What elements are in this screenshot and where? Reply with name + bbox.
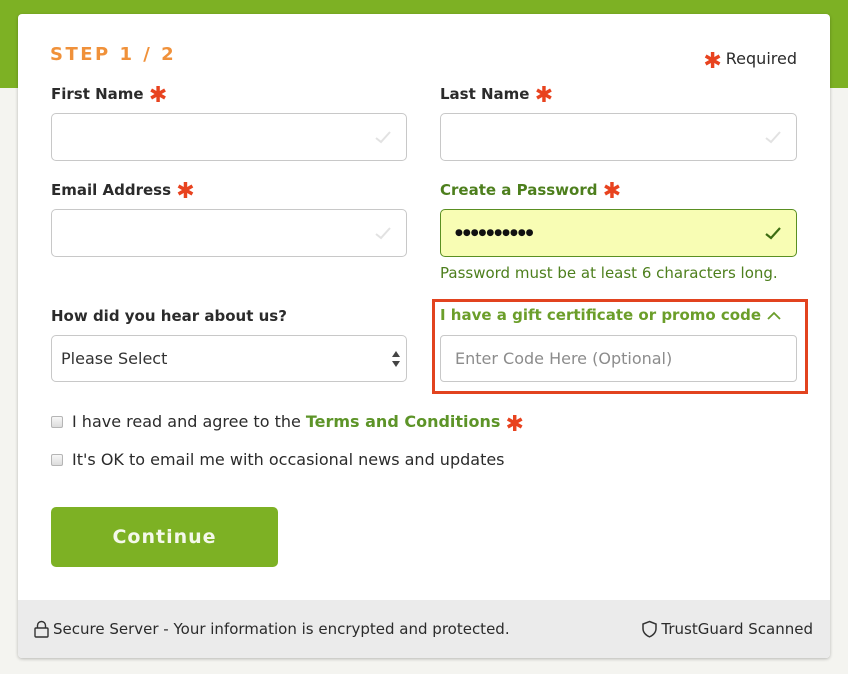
promo-code-input[interactable]	[441, 336, 796, 381]
email-input[interactable]	[52, 210, 406, 256]
secure-server-note: Secure Server - Your information is encr…	[33, 620, 510, 638]
password-label-text: Create a Password	[440, 181, 598, 199]
password-input[interactable]	[441, 210, 796, 256]
select-arrows-icon	[392, 351, 400, 367]
referral-label: How did you hear about us?	[51, 307, 287, 325]
check-icon	[765, 227, 781, 240]
promo-toggle[interactable]: I have a gift certificate or promo code	[440, 306, 781, 324]
email-label: Email Address ✱	[51, 179, 195, 204]
shield-icon	[642, 620, 658, 638]
continue-button[interactable]: Continue	[51, 507, 278, 567]
check-icon	[375, 227, 391, 240]
required-asterisk-icon: ✱	[534, 83, 554, 108]
terms-checkbox-label: I have read and agree to the	[72, 412, 301, 431]
signup-form-card: STEP 1 / 2 ✱ Required First Name ✱ Last …	[18, 14, 830, 658]
step-indicator: STEP 1 / 2	[50, 44, 177, 65]
required-asterisk-icon: ✱	[148, 83, 168, 108]
trustguard-note: TrustGuard Scanned	[641, 620, 813, 638]
last-name-input[interactable]	[441, 114, 796, 160]
secure-server-text: Secure Server - Your information is encr…	[53, 620, 510, 638]
last-name-label: Last Name ✱	[440, 83, 554, 108]
required-legend-label: Required	[725, 49, 797, 68]
trustguard-text: TrustGuard Scanned	[661, 620, 813, 638]
password-field-wrapper	[440, 209, 797, 257]
last-name-field-wrapper	[440, 113, 797, 161]
first-name-input[interactable]	[52, 114, 406, 160]
referral-select[interactable]: Please Select	[51, 335, 407, 382]
password-label: Create a Password ✱	[440, 179, 622, 204]
password-hint: Password must be at least 6 characters l…	[440, 264, 778, 282]
promo-field-wrapper	[440, 335, 797, 382]
chevron-up-icon	[767, 311, 781, 320]
newsletter-checkbox[interactable]	[51, 453, 63, 466]
email-label-text: Email Address	[51, 181, 172, 199]
email-field-wrapper	[51, 209, 407, 257]
terms-checkbox-row: I have read and agree to the Terms and C…	[51, 411, 524, 437]
promo-toggle-label: I have a gift certificate or promo code	[440, 306, 762, 324]
security-footer: Secure Server - Your information is encr…	[18, 600, 830, 658]
first-name-label: First Name ✱	[51, 83, 168, 108]
check-icon	[765, 131, 781, 144]
terms-link[interactable]: Terms and Conditions	[306, 412, 501, 431]
required-asterisk-icon: ✱	[602, 179, 622, 204]
required-asterisk-icon: ✱	[176, 179, 195, 204]
last-name-label-text: Last Name	[440, 85, 530, 103]
newsletter-checkbox-label: It's OK to email me with occasional news…	[72, 450, 505, 469]
lock-icon	[34, 620, 49, 638]
required-asterisk-icon: ✱	[703, 48, 722, 74]
required-asterisk-icon: ✱	[505, 411, 524, 437]
terms-checkbox[interactable]	[51, 415, 63, 428]
first-name-field-wrapper	[51, 113, 407, 161]
required-legend: ✱ Required	[703, 48, 797, 74]
check-icon	[375, 131, 391, 144]
first-name-label-text: First Name	[51, 85, 144, 103]
referral-selected-value: Please Select	[61, 349, 168, 368]
newsletter-checkbox-row: It's OK to email me with occasional news…	[51, 450, 505, 469]
